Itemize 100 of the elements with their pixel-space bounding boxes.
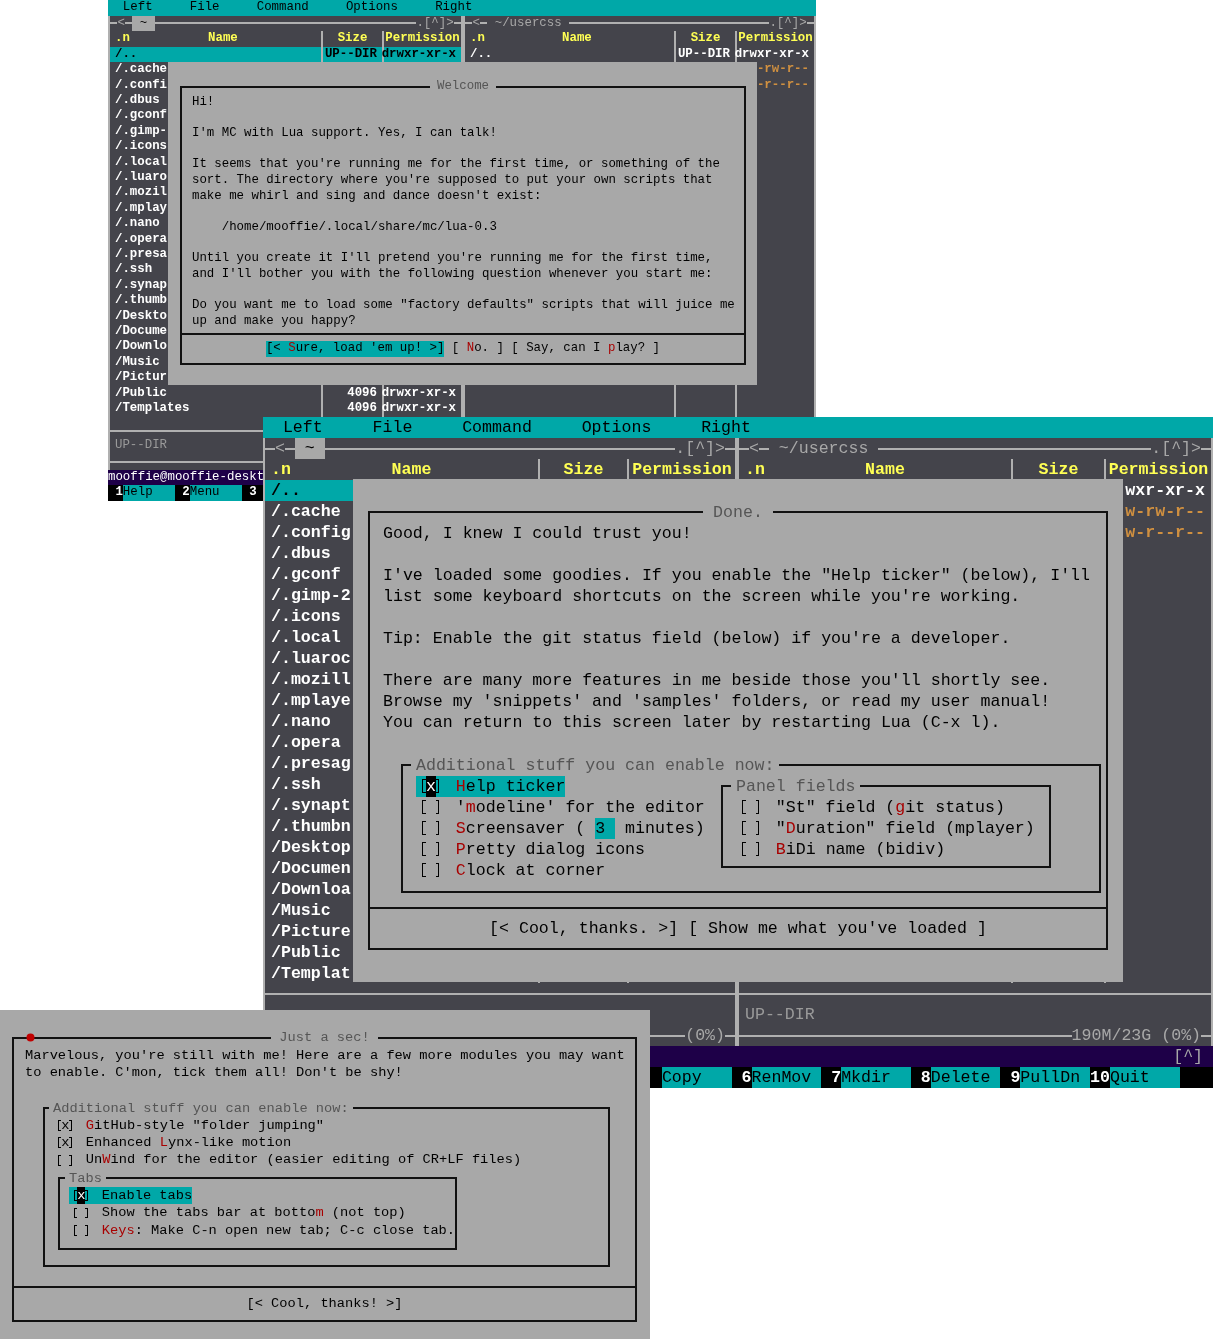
file-name: /Music [115, 354, 160, 371]
column-header[interactable]: Permission [632, 459, 732, 480]
dialog-button[interactable]: [< Cool, thanks. >] [489, 918, 679, 939]
file-name: /.mozil [115, 185, 168, 201]
file-name: /.luaroc [271, 648, 351, 669]
option-label: Keys: Make C-n open new tab; C-c close tab. [101, 1221, 456, 1239]
panel-corner-indicator[interactable]: .[^]> [675, 438, 726, 459]
column-header[interactable]: Permission [1108, 459, 1209, 480]
column-header[interactable]: .n [745, 459, 765, 480]
menu-item[interactable]: Options [581, 417, 652, 438]
file-name: /.nano [271, 711, 331, 732]
menu-item[interactable]: Command [462, 417, 532, 438]
menu-item[interactable]: Left [122, 0, 153, 16]
disk-usage: 190M/23G (0%) [1071, 1025, 1202, 1046]
dialog-text: It seems that you're running me for the first time, or something of the sort. The directory where you're supposed to put your own scripts that make me whirl and sing and dance doesn't exist: [192, 157, 721, 205]
file-size[interactable]: UP--DIR [323, 46, 382, 63]
menu-item[interactable]: Right [435, 0, 473, 16]
file-permission: -r--r-- [756, 77, 809, 94]
menu-item[interactable]: Right [701, 417, 751, 438]
column-header[interactable]: Size [337, 31, 368, 47]
file-name: /.opera [115, 231, 168, 247]
column-header[interactable]: Permission [738, 31, 813, 47]
file-name: /Docume [115, 323, 168, 340]
column-header[interactable]: Name [562, 31, 592, 47]
file-name: /.gconf [271, 564, 341, 585]
file-name: /.dbus [115, 93, 160, 109]
file-name: /Picture [271, 921, 351, 942]
input-field[interactable]: 3 [595, 817, 616, 839]
file-name: /Public [115, 385, 168, 401]
column-header[interactable]: Size [563, 459, 604, 480]
checkbox[interactable]: x [416, 775, 446, 797]
column-header[interactable]: Size [690, 31, 721, 47]
column-header[interactable]: Name [208, 31, 238, 47]
file-name: /Pictur [115, 370, 168, 386]
file-name: /Templat [271, 963, 351, 984]
menu-item[interactable]: Options [345, 0, 398, 16]
checkbox[interactable]: x [69, 1187, 94, 1205]
file-name: /.ssh [115, 262, 153, 278]
column-header[interactable]: Permission [385, 31, 460, 47]
file-size: UP--DIR [677, 46, 730, 63]
file-name: /.thumb [115, 293, 168, 309]
column-header[interactable]: Name [865, 459, 905, 480]
file-name: /.mozill [271, 669, 351, 690]
option-label: "Duration" field (mplayer) [775, 817, 1035, 839]
column-header[interactable]: .n [271, 459, 291, 480]
option-label: Pretty dialog icons [455, 838, 646, 860]
column-header[interactable]: .n [470, 31, 485, 47]
dialog-button[interactable]: [< Cool, thanks! >] [246, 1295, 403, 1313]
file-name[interactable]: /.. [110, 46, 321, 63]
dialog-button[interactable]: [ No. ] [451, 341, 504, 357]
dialog-text: /home/mooffie/.local/share/mc/lua-0.3 [220, 220, 498, 236]
column-header[interactable]: Size [1038, 459, 1079, 480]
checkbox[interactable]: x [53, 1116, 78, 1135]
dot-icon [26, 1033, 35, 1042]
menu-item[interactable]: Left [282, 417, 323, 438]
menu-item[interactable]: File [189, 0, 220, 16]
file-name: /Templates [115, 400, 190, 417]
history-indicator[interactable]: [^] [1173, 1046, 1204, 1067]
file-size: 4096 [347, 385, 377, 401]
option-label: Enable tabs [101, 1187, 193, 1205]
option-label: UnWind for the editor (easier editing of CR+LF files) [85, 1151, 522, 1169]
file-name: /Documen [271, 858, 351, 879]
dialog-text: Good, I knew I could trust you! [383, 522, 693, 544]
file-name: /.. [470, 46, 493, 63]
dialog-text: There are many more features in me beside those you'll shortly see. Browse my 'snippets' and 'samples' folders, or read my user manual! You can return to this screen later by restarting Lua (C-x l). [383, 669, 1052, 733]
panel-corner-indicator[interactable]: .[^]> [1151, 438, 1202, 459]
file-name: /.cache [115, 62, 168, 78]
file-name: /.gimp-2 [271, 585, 351, 606]
column-header[interactable]: Name [391, 459, 432, 480]
file-name: /Public [271, 942, 341, 963]
dialog-button[interactable]: [ Show me what you've loaded ] [688, 918, 987, 939]
file-name: /.mplaye [271, 690, 351, 711]
file-size: 4096 [347, 400, 377, 417]
menu-item[interactable]: File [372, 417, 413, 438]
file-name: /.cache [271, 501, 341, 522]
dialog-text: I've loaded some goodies. If you enable the "Help ticker" (below), I'll list some keyboard shortcuts on the screen while you're working. [383, 564, 1091, 607]
file-permission: -rw-r-- [756, 62, 809, 78]
dialog-text: Hi! [192, 94, 216, 111]
option-label: Screensaver ( [455, 817, 586, 839]
dialog-text: Do you want me to load some "factory defaults" scripts that will juice me up and make you happy? [192, 298, 734, 330]
dialog-text: Until you create it I'll pretend you're running me for the first time, and I'll bother you with the following question whenever you start me: [192, 251, 714, 283]
dialog-button[interactable]: [ Say, can I play? ] [511, 341, 661, 357]
dialog-button[interactable]: [< Sure, load 'em up! >] [265, 341, 445, 357]
file-name: /.luaro [115, 170, 168, 186]
option-label: Help ticker [455, 775, 566, 797]
file-name: /.dbus [271, 543, 331, 564]
file-name: /.config [271, 522, 351, 543]
menu-item[interactable]: Command [256, 0, 309, 16]
dialog-text: Tip: Enable the git status field (below) if you're a developer. [383, 627, 1012, 649]
panel-tab[interactable]: ~ [294, 438, 325, 459]
file-name: /.local [271, 627, 341, 648]
checkbox[interactable]: x [53, 1134, 78, 1152]
file-name: /.thumbn [271, 816, 351, 837]
option-label: BiDi name (bidiv) [775, 838, 946, 860]
status-text: UP--DIR [745, 1004, 815, 1025]
file-name: /Desktop [271, 837, 351, 858]
checkbox-option[interactable]: x Enable tabs [69, 1187, 193, 1205]
file-name: /.opera [271, 732, 341, 753]
checkbox-option[interactable]: x Help ticker [416, 775, 566, 797]
column-header[interactable]: .n [115, 31, 130, 47]
